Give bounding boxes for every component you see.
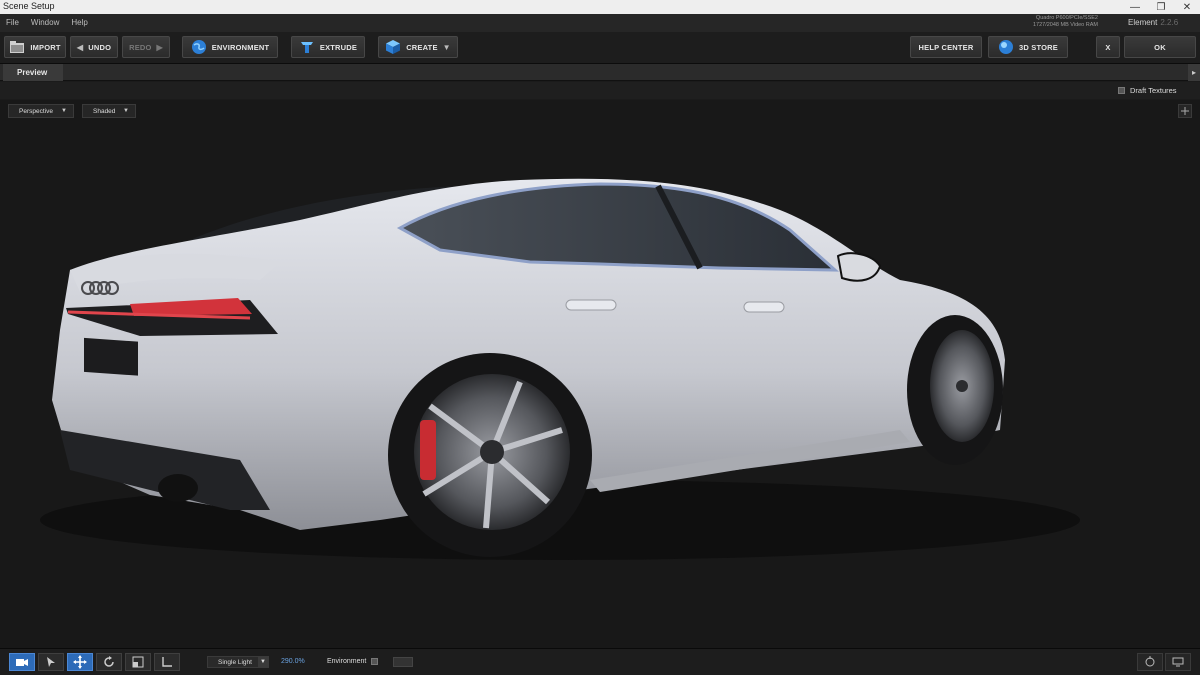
cancel-button[interactable]: X <box>1096 36 1120 58</box>
import-button[interactable]: IMPORT <box>4 36 66 58</box>
undo-button[interactable]: ◀ UNDO <box>70 36 118 58</box>
environment-button[interactable]: ENVIRONMENT <box>182 36 278 58</box>
rear-hub <box>480 440 504 464</box>
scale-tool-icon[interactable] <box>125 653 151 671</box>
environment-label: Environment <box>327 658 367 665</box>
window-title: Scene Setup <box>3 1 55 11</box>
move-tool-icon[interactable] <box>67 653 93 671</box>
light-mode-value: Single Light <box>218 658 252 666</box>
door-handle-rear <box>565 299 617 311</box>
preview-viewport[interactable]: Perspective ▼ Shaded ▼ <box>0 100 1200 648</box>
panel-expand-icon[interactable]: ▸ <box>1188 64 1200 81</box>
close-icon[interactable]: ✕ <box>1174 0 1200 14</box>
create-label: CREATE <box>406 42 438 52</box>
window-title-bar: Scene Setup — ❐ ✕ <box>0 0 1200 14</box>
chevron-down-icon: ▼ <box>257 657 268 667</box>
camera-dropdown[interactable]: Perspective ▼ <box>8 104 74 118</box>
draft-textures-label: Draft Textures <box>1130 86 1177 95</box>
globe-icon <box>191 40 206 54</box>
environment-color-swatch[interactable] <box>393 657 413 667</box>
help-center-label: HELP CENTER <box>918 42 974 52</box>
panel-tab-bar: Preview ▸ <box>0 64 1200 81</box>
ok-button[interactable]: OK <box>1124 36 1196 58</box>
environment-checkbox[interactable] <box>371 658 379 665</box>
front-hub <box>956 380 968 392</box>
car-model[interactable] <box>0 100 1200 648</box>
environment-label: ENVIRONMENT <box>211 42 270 52</box>
shading-dropdown[interactable]: Shaded ▼ <box>82 104 136 118</box>
pivot-tool-icon[interactable] <box>154 653 180 671</box>
reset-view-icon[interactable] <box>1137 653 1163 671</box>
display-icon[interactable] <box>1165 653 1191 671</box>
app-version: 2.2.6 <box>1160 18 1179 27</box>
shading-value: Shaded <box>93 107 116 115</box>
light-mode-dropdown[interactable]: Single Light ▼ <box>207 656 269 668</box>
chevron-left-icon: ◀ <box>76 42 84 52</box>
viewport-toolbar: Single Light ▼ 290.0% Environment <box>0 648 1200 675</box>
cancel-label: X <box>1105 42 1111 52</box>
cube-icon <box>386 40 401 54</box>
gpu-name: Quadro P600/PCIe/SSE2 <box>1035 15 1098 21</box>
gpu-info: Quadro P600/PCIe/SSE2 1727/2048 MB Video… <box>1016 15 1098 29</box>
chevron-down-icon: ▼ <box>123 108 129 114</box>
door-handle-front <box>743 301 785 313</box>
menu-bar: File Window Help Quadro P600/PCIe/SSE2 1… <box>0 14 1200 32</box>
folder-icon <box>10 41 25 53</box>
redo-label: REDO <box>129 42 152 52</box>
extrude-button[interactable]: EXTRUDE <box>291 36 365 58</box>
gpu-vram: 1727/2048 MB Video RAM <box>1032 22 1098 28</box>
menu-help[interactable]: Help <box>71 18 87 27</box>
chevron-right-icon: ▶ <box>156 42 163 52</box>
brake-caliper <box>420 420 436 480</box>
select-tool-icon[interactable] <box>38 653 64 671</box>
license-plate <box>84 337 138 376</box>
light-intensity-value[interactable]: 290.0% <box>281 658 305 665</box>
camera-tool-icon[interactable] <box>9 653 35 671</box>
extrude-icon <box>300 42 313 53</box>
rotate-tool-icon[interactable] <box>96 653 122 671</box>
maximize-viewport-icon[interactable] <box>1178 104 1192 118</box>
import-label: IMPORT <box>30 42 61 52</box>
preview-options: Draft Textures <box>0 82 1200 99</box>
draft-textures-checkbox[interactable] <box>1118 87 1125 94</box>
restore-icon[interactable]: ❐ <box>1148 0 1174 14</box>
chevron-down-icon: ▼ <box>61 108 67 114</box>
camera-value: Perspective <box>19 107 53 115</box>
3d-store-button[interactable]: 3D STORE <box>988 36 1068 58</box>
app-name-text: Element <box>1128 18 1158 27</box>
side-mirror <box>836 252 882 282</box>
minimize-icon[interactable]: — <box>1122 0 1148 14</box>
draft-textures-option[interactable]: Draft Textures <box>1118 86 1177 95</box>
store-globe-icon <box>999 40 1013 54</box>
3d-store-label: 3D STORE <box>1019 42 1058 52</box>
app-name: Element 2.2.6 <box>1128 18 1178 27</box>
ok-label: OK <box>1154 42 1166 52</box>
main-toolbar: IMPORT ◀ UNDO REDO ▶ ENVIRONMENT EXTRUDE… <box>0 32 1200 64</box>
redo-button[interactable]: REDO ▶ <box>122 36 170 58</box>
menu-file[interactable]: File <box>6 18 19 27</box>
create-button[interactable]: CREATE ▼ <box>378 36 458 58</box>
menu-window[interactable]: Window <box>31 18 59 27</box>
tab-preview[interactable]: Preview <box>3 64 63 81</box>
chevron-down-icon: ▼ <box>442 42 451 52</box>
extrude-label: EXTRUDE <box>319 42 358 52</box>
environment-toggle[interactable]: Environment <box>327 658 379 665</box>
exhaust-tip <box>158 474 198 502</box>
help-center-button[interactable]: HELP CENTER <box>910 36 982 58</box>
undo-label: UNDO <box>88 42 112 52</box>
